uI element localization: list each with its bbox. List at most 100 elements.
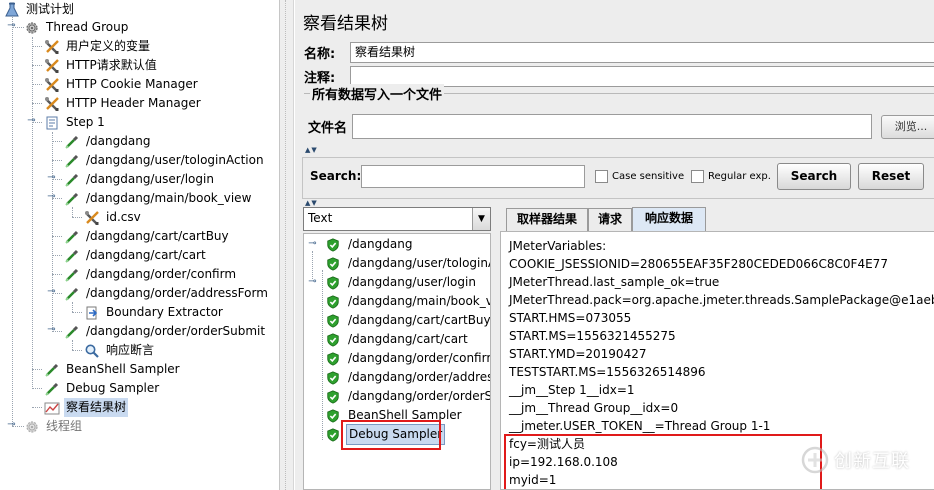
renderer-select[interactable]: Text ▼: [303, 207, 491, 231]
result-item-selected[interactable]: Debug Sampler: [326, 424, 446, 445]
chevron-down-icon[interactable]: ▼: [472, 208, 490, 230]
result-item-label: /dangdang/main/book_view: [348, 294, 491, 308]
search-input[interactable]: [361, 165, 585, 188]
tree-item-beanshell-sampler[interactable]: BeanShell Sampler: [44, 360, 182, 379]
tree-item-sampler-book-view[interactable]: /dangdang/main/book_view: [64, 189, 253, 208]
config-tools-icon: [44, 77, 60, 93]
expand-handle-thread-group-2[interactable]: ⊸: [7, 420, 16, 430]
tree-item-sampler-tologin[interactable]: /dangdang/user/tologinAction: [64, 151, 266, 170]
tree-item-view-results-tree[interactable]: 察看结果树: [44, 398, 129, 417]
test-plan-icon: [4, 2, 20, 18]
response-line: START.YMD=20190427: [509, 347, 647, 361]
result-item[interactable]: /dangdang/cart/cart: [326, 330, 470, 349]
result-item[interactable]: /dangdang/order/confirm: [326, 349, 491, 368]
result-item-label: /dangdang/user/login: [348, 275, 476, 289]
tree-item-sampler-dangdang[interactable]: /dangdang: [64, 132, 152, 151]
tree-item-label: HTTP Header Manager: [66, 96, 201, 110]
config-tools-icon: [84, 210, 100, 226]
browse-button[interactable]: 浏览...: [881, 115, 934, 139]
success-shield-icon: [326, 390, 340, 404]
tree-item-debug-sampler[interactable]: Debug Sampler: [44, 379, 161, 398]
result-item-label: BeanShell Sampler: [348, 408, 462, 422]
collapse-handle-book-view[interactable]: ⊸: [47, 192, 56, 202]
write-to-file-group: 所有数据写入一个文件 文件名 浏览...: [304, 84, 934, 143]
tree-item-label: Step 1: [66, 115, 105, 129]
name-field[interactable]: 察看结果树: [350, 41, 934, 63]
tree-item-csv-config[interactable]: id.csv: [84, 208, 143, 227]
tree-item-thread-group[interactable]: Thread Group: [24, 18, 130, 37]
collapse-handle-thread-group[interactable]: ⊸: [7, 21, 16, 31]
controller-icon: [44, 115, 60, 131]
pane-splitter[interactable]: [280, 0, 294, 490]
tree-item-thread-group-2[interactable]: 线程组: [24, 417, 84, 436]
regex-checkbox[interactable]: [691, 170, 704, 183]
result-item[interactable]: /dangdang/user/login: [326, 273, 478, 292]
config-tools-icon: [44, 39, 60, 55]
tree-item-label: 用户定义的变量: [66, 39, 151, 53]
file-group-title: 所有数据写入一个文件: [310, 84, 445, 103]
tree-item-sampler-login[interactable]: /dangdang/user/login: [64, 170, 216, 189]
response-line: COOKIE_JSESSIONID=280655EAF35F280CEDED06…: [509, 257, 888, 271]
collapse-handle-address-form[interactable]: ⊸: [47, 287, 56, 297]
config-tools-icon: [44, 58, 60, 74]
collapse-handle-step-1[interactable]: ⊸: [27, 116, 36, 126]
tree-item-step-1[interactable]: Step 1: [44, 113, 107, 132]
tree-item-sampler-cart-buy[interactable]: /dangdang/cart/cartBuy: [64, 227, 231, 246]
success-shield-icon: [326, 314, 340, 328]
filename-field[interactable]: [352, 114, 872, 139]
name-row: 名称: 察看结果树: [304, 41, 934, 63]
result-item[interactable]: /dangdang/order/orderSubmit: [326, 387, 490, 406]
tree-item-label: 响应断言: [106, 343, 155, 357]
result-item-label: /dangdang/order/orderSubmit: [348, 389, 490, 403]
tree-item-header-manager[interactable]: HTTP Header Manager: [44, 94, 203, 113]
tree-item-test-plan[interactable]: 测试计划: [4, 0, 76, 19]
assertion-magnifier-icon: [84, 343, 100, 359]
collapse-arrows-icon[interactable]: ▲▼: [305, 199, 318, 207]
tree-item-label: /dangdang/main/book_view: [86, 191, 252, 205]
collapse-handle-order-submit[interactable]: ⊸: [47, 325, 56, 335]
result-item-label: /dangdang: [348, 237, 413, 251]
tab-request[interactable]: 请求: [588, 208, 632, 231]
result-item[interactable]: /dangdang/user/tologinAction: [326, 254, 490, 273]
result-item[interactable]: /dangdang/main/book_view: [326, 292, 491, 311]
success-shield-icon: [326, 238, 340, 252]
result-item[interactable]: /dangdang: [326, 235, 414, 254]
search-button[interactable]: Search: [777, 163, 851, 190]
response-line: JMeterVariables:: [509, 239, 607, 253]
response-line: ip=192.168.0.108: [509, 455, 618, 469]
tree-item-label: 线程组: [46, 419, 83, 433]
expand-handle-user-login[interactable]: ⊸: [47, 173, 56, 183]
reset-button[interactable]: Reset: [858, 163, 924, 190]
sampler-pipette-icon: [64, 134, 80, 150]
tree-item-cookie-manager[interactable]: HTTP Cookie Manager: [44, 75, 200, 94]
tree-item-sampler-confirm[interactable]: /dangdang/order/confirm: [64, 265, 238, 284]
result-item[interactable]: /dangdang/order/addressForm: [326, 368, 490, 387]
name-label: 名称:: [304, 46, 336, 62]
tree-item-sampler-cart[interactable]: /dangdang/cart/cart: [64, 246, 208, 265]
tree-item-label: /dangdang/order/orderSubmit: [86, 324, 266, 338]
result-item-label: /dangdang/cart/cart: [348, 332, 468, 346]
collapse-arrows-icon[interactable]: ▲▼: [305, 146, 318, 154]
tab-sampler-result[interactable]: 取样器结果: [506, 208, 588, 231]
case-sensitive-checkbox[interactable]: [595, 170, 608, 183]
tree-item-boundary-extractor[interactable]: Boundary Extractor: [84, 303, 225, 322]
tree-item-response-assertion[interactable]: 响应断言: [84, 341, 156, 360]
result-item[interactable]: /dangdang/cart/cartBuy: [326, 311, 491, 330]
sample-result-tree: ⊸ ⊸ /dangdang /dangdang/user/tologinActi…: [303, 233, 491, 490]
tree-item-sampler-order-submit[interactable]: /dangdang/order/orderSubmit: [64, 322, 267, 341]
result-item[interactable]: BeanShell Sampler: [326, 406, 464, 425]
tab-response-data[interactable]: 响应数据: [632, 207, 706, 231]
expand-handle-result-dangdang[interactable]: ⊸: [308, 239, 317, 249]
tree-item-http-defaults[interactable]: HTTP请求默认值: [44, 56, 159, 75]
tree-item-user-defined-vars[interactable]: 用户定义的变量: [44, 37, 152, 56]
result-item-label: /dangdang/order/confirm: [348, 351, 491, 365]
config-tools-icon: [44, 96, 60, 112]
renderer-value: Text: [308, 211, 333, 225]
result-item-label: /dangdang/cart/cartBuy: [348, 313, 491, 327]
extractor-arrow-icon: [84, 305, 100, 321]
tree-item-label: /dangdang/cart/cartBuy: [86, 229, 229, 243]
response-line: START.HMS=073055: [509, 311, 632, 325]
tree-item-sampler-address-form[interactable]: /dangdang/order/addressForm: [64, 284, 270, 303]
expand-handle-result-login[interactable]: ⊸: [308, 277, 317, 287]
response-line: START.MS=1556321455275: [509, 329, 676, 343]
